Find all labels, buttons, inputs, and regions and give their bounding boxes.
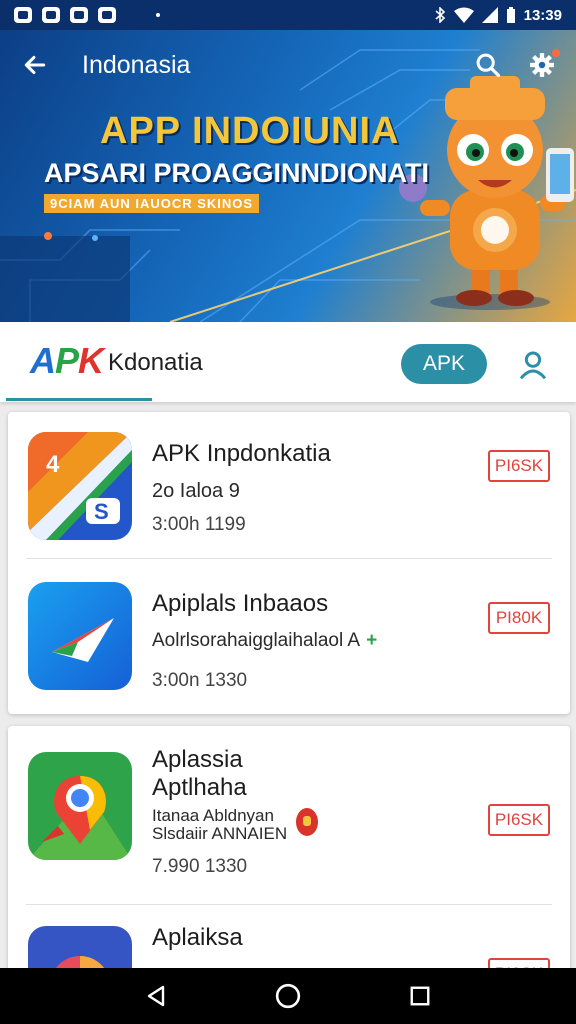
user-icon <box>519 351 547 380</box>
mascot-illustration <box>399 76 574 310</box>
app-name: Aplaiksa <box>152 924 243 951</box>
divider <box>26 558 552 559</box>
arrow-back-icon <box>24 55 46 75</box>
app-icon-apk: 4 S <box>28 432 132 540</box>
nav-recents-button[interactable] <box>400 976 440 1016</box>
back-button[interactable] <box>18 48 52 82</box>
nav-home-icon <box>275 983 301 1009</box>
download-button[interactable]: PI80K <box>488 602 550 634</box>
nav-back-button[interactable] <box>136 976 176 1016</box>
image-icon <box>14 7 32 23</box>
app-size: 7.990 1330 <box>152 856 248 877</box>
banner-subtitle: APSARI PROAGGINNDIONATI <box>44 158 430 188</box>
divider <box>26 904 552 905</box>
app-meta: Itanaa Abldnyan <box>152 806 274 825</box>
message-icon <box>42 7 60 23</box>
banner-tagline: 9CIAM AUN IAUOCR SKINOS <box>44 194 260 213</box>
bluetooth-icon <box>435 7 445 23</box>
navigation-bar <box>0 968 576 1024</box>
settings-button[interactable] <box>526 49 560 81</box>
plus-badge-icon: + <box>366 630 378 651</box>
battery-icon <box>506 7 515 23</box>
app-name: Aplassia <box>152 746 243 773</box>
app-icon-navigation <box>28 582 132 690</box>
svg-text:4: 4 <box>46 451 60 478</box>
brand-bar: APK Kdonatia APK <box>0 322 576 402</box>
app-icon-maps <box>28 752 132 860</box>
list-item[interactable]: Aplassia Aptlhaha Itanaa Abldnyan Slsdai… <box>8 726 570 904</box>
app-meta: Aolrlsorahaigglaihalaol A + <box>152 630 378 651</box>
brand-name: Kdonatia <box>108 349 203 376</box>
download-button[interactable]: PI6SK <box>488 450 550 482</box>
gallery-icon <box>98 7 116 23</box>
apk-chip-button[interactable]: APK <box>401 344 487 384</box>
app-size: 3:00n 1330 <box>152 670 248 691</box>
app-meta: 2o Ialoa 9 <box>152 480 240 502</box>
svg-text:S: S <box>94 499 109 524</box>
chat-icon <box>70 7 88 23</box>
apk-logo[interactable]: APK <box>30 340 104 382</box>
search-button[interactable] <box>472 49 504 81</box>
list-item[interactable]: 4 S APK Inpdonkatia 2o Ialoa 9 3:00h 119… <box>8 412 570 562</box>
app-name: APK Inpdonkatia <box>152 440 331 467</box>
status-bar: 13:39 <box>0 0 576 30</box>
pin-badge-icon <box>296 808 318 836</box>
hero-banner: Indonasia APP INDOIUNIA APSARI PROAGGINN… <box>0 30 576 322</box>
download-button[interactable]: PI6SK <box>488 804 550 836</box>
page-title: Indonasia <box>82 50 191 79</box>
app-bar: Indonasia <box>0 30 576 100</box>
app-list-card: Aplassia Aptlhaha Itanaa Abldnyan Slsdai… <box>8 726 570 986</box>
app-meta-line2: Slsdaiir ANNAIEN <box>152 808 318 844</box>
list-item[interactable]: Apiplals Inbaaos Aolrlsorahaigglaihalaol… <box>8 562 570 712</box>
gear-icon <box>530 53 554 77</box>
app-list-card: 4 S APK Inpdonkatia 2o Ialoa 9 3:00h 119… <box>8 412 570 714</box>
wifi-icon <box>453 7 474 23</box>
banner-title: APP INDOIUNIA <box>100 110 400 152</box>
active-tab-indicator <box>6 398 152 401</box>
app-name: Apiplals Inbaaos <box>152 590 329 617</box>
status-time: 13:39 <box>523 6 562 24</box>
nav-home-button[interactable] <box>268 976 308 1016</box>
signal-icon <box>481 7 498 23</box>
notification-dot <box>552 49 560 57</box>
profile-button[interactable] <box>514 346 552 384</box>
app-size: 3:00h 1199 <box>152 514 246 535</box>
nav-recents-icon <box>410 986 430 1006</box>
notification-dot <box>156 13 160 17</box>
app-name-line2: Aptlhaha <box>152 774 247 801</box>
nav-back-icon <box>147 985 165 1007</box>
search-icon <box>476 53 501 78</box>
